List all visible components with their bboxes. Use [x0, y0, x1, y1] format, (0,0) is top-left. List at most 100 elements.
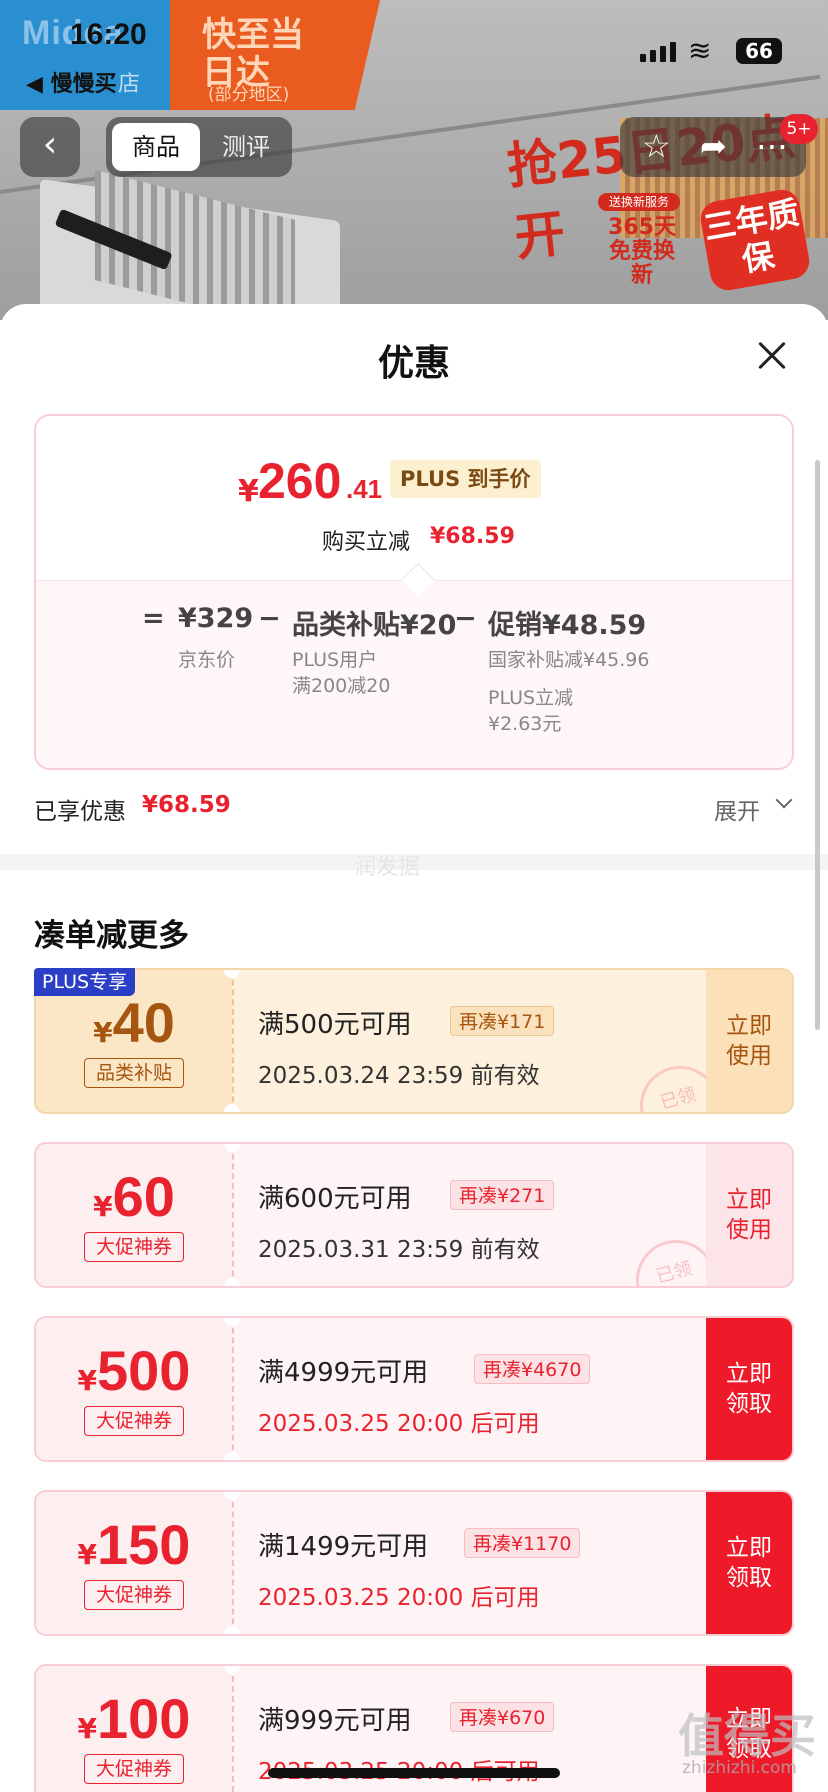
- coupon-currency: ¥: [77, 1712, 98, 1745]
- claim-now-button[interactable]: 立即领取: [706, 1318, 792, 1460]
- coupon-currency: ¥: [93, 1016, 113, 1049]
- coupon-notch: [224, 970, 240, 978]
- price-summary: ¥ 260 .41 PLUS 到手价 购买立减 ¥68.59: [36, 416, 792, 580]
- coupon-gap-tag: 再凑¥171: [450, 1006, 555, 1036]
- coupon-condition: 满500元可用: [258, 1010, 412, 1040]
- nav-actions: ☆ ➦ ⋯: [620, 117, 806, 177]
- enjoyed-discount-label: 已享优惠: [34, 799, 126, 825]
- coupon-notch: [224, 1626, 240, 1634]
- coupon-card[interactable]: ¥60 大促神券 满600元可用 再凑¥271 2025.03.31 23:59…: [34, 1142, 794, 1288]
- base-price-label: 京东价: [178, 649, 236, 671]
- coupon-condition: 满4999元可用: [258, 1358, 429, 1388]
- battery-icon: 66: [736, 38, 782, 64]
- sheet-title: 优惠: [377, 343, 450, 384]
- price-integer: 260: [258, 453, 342, 509]
- coupon-notch: [224, 1318, 240, 1326]
- coupon-currency: ¥: [77, 1538, 98, 1571]
- promo-days-badge: 365天免费换新: [608, 215, 676, 288]
- coupon-condition: 满999元可用: [258, 1706, 412, 1736]
- delivery-subtitle: (部分地区): [208, 85, 290, 105]
- coupon-amount-value: 60: [112, 1165, 175, 1228]
- coupon-type: 大促神券: [84, 1754, 184, 1784]
- coupon-validity: 2025.03.24 23:59 前有效: [258, 1063, 540, 1089]
- promo-line-3: ¥2.63元: [488, 713, 562, 735]
- coupon-condition: 满1499元可用: [258, 1532, 429, 1562]
- share-icon[interactable]: ➦: [700, 127, 727, 165]
- coupon-amount-value: 40: [112, 991, 175, 1054]
- promo-value: 促销¥48.59: [488, 610, 647, 641]
- promo-warranty-badge: 三年质保: [697, 187, 813, 293]
- coupon-gap-tag: 再凑¥4670: [474, 1354, 591, 1384]
- coupon-notch: [224, 1666, 240, 1674]
- coupon-type: 品类补贴: [84, 1058, 184, 1088]
- expand-button[interactable]: 展开: [714, 792, 760, 826]
- coupon-separator: [232, 1666, 234, 1792]
- star-icon[interactable]: ☆: [642, 127, 671, 165]
- coupon-card[interactable]: ¥500 大促神券 满4999元可用 再凑¥4670 2025.03.25 20…: [34, 1316, 794, 1462]
- back-button[interactable]: ‹: [20, 117, 80, 177]
- coupon-notch: [224, 1278, 240, 1286]
- plus-exclusive-tag: PLUS专享: [34, 968, 136, 996]
- coupon-amount-value: 100: [97, 1687, 191, 1750]
- claim-now-button[interactable]: 立即领取: [706, 1492, 792, 1634]
- wifi-icon: ≋: [688, 34, 712, 67]
- coupon-separator: [232, 1492, 234, 1634]
- coupon-card[interactable]: ¥40 品类补贴 满500元可用 再凑¥171 2025.03.24 23:59…: [34, 968, 794, 1114]
- section-title: 凑单减更多: [34, 918, 189, 954]
- coupon-gap-tag: 再凑¥271: [450, 1180, 555, 1210]
- coupon-amount: ¥40: [36, 990, 232, 1055]
- notification-badge: 5+: [780, 114, 818, 144]
- coupon-validity: 2025.03.31 23:59 前有效: [258, 1237, 540, 1263]
- tab-review[interactable]: 测评: [206, 123, 286, 171]
- tab-switcher: 商品 测评: [106, 117, 292, 177]
- formula-minus-1: −: [258, 603, 281, 634]
- cellular-signal-icon: [640, 40, 680, 62]
- formula-equals: =: [142, 603, 165, 634]
- coupon-amount-value: 500: [97, 1339, 191, 1402]
- chevron-left-icon: ‹: [42, 124, 58, 165]
- subsidy-value: 品类补贴¥20: [292, 610, 457, 641]
- coupon-amount: ¥150: [36, 1512, 232, 1577]
- coupon-currency: ¥: [77, 1364, 98, 1397]
- coupon-amount: ¥500: [36, 1338, 232, 1403]
- brand-store-label: 店: [118, 72, 141, 97]
- price-currency: ¥: [238, 474, 259, 509]
- scrollbar[interactable]: [815, 460, 820, 1030]
- coupon-card[interactable]: ¥150 大促神券 满1499元可用 再凑¥1170 2025.03.25 20…: [34, 1490, 794, 1636]
- close-icon[interactable]: [752, 336, 792, 376]
- watermark-text: 润发据: [354, 855, 421, 880]
- coupon-notch: [224, 1144, 240, 1152]
- promo-line-1: 国家补贴减¥45.96: [488, 649, 650, 671]
- base-price-value: ¥329: [178, 603, 254, 634]
- enjoyed-discount-value: ¥68.59: [142, 792, 231, 818]
- status-time: 16:20: [70, 18, 147, 51]
- promo-line-2: PLUS立减: [488, 687, 574, 709]
- price-breakdown-card: ¥ 260 .41 PLUS 到手价 购买立减 ¥68.59 = ¥329 京东…: [34, 414, 794, 770]
- corner-watermark: 值得买: [678, 1709, 816, 1763]
- chevron-down-icon[interactable]: [775, 791, 793, 809]
- use-now-button[interactable]: 立即使用: [706, 970, 792, 1112]
- coupon-validity: 2025.03.25 20:00 后可用: [258, 1411, 540, 1437]
- coupon-separator: [232, 970, 234, 1112]
- coupon-condition: 满600元可用: [258, 1184, 412, 1214]
- instant-discount-value: ¥68.59: [430, 524, 515, 549]
- coupon-type: 大促神券: [84, 1232, 184, 1262]
- promo-service-badge: 送换新服务: [598, 193, 680, 211]
- coupon-separator: [232, 1318, 234, 1460]
- coupon-validity: 2025.03.25 20:00 后可用: [258, 1585, 540, 1611]
- coupon-currency: ¥: [93, 1190, 113, 1223]
- coupon-type: 大促神券: [84, 1406, 184, 1436]
- tab-product[interactable]: 商品: [112, 123, 200, 171]
- back-to-app-link[interactable]: ◀ 慢慢买: [26, 66, 117, 98]
- coupon-notch: [224, 1452, 240, 1460]
- coupon-notch: [224, 1104, 240, 1112]
- subsidy-line-2: 满200减20: [292, 675, 391, 697]
- instant-discount-label: 购买立减: [322, 530, 411, 555]
- home-indicator[interactable]: [268, 1768, 560, 1778]
- subsidy-line-1: PLUS用户: [292, 649, 378, 671]
- coupon-notch: [224, 1492, 240, 1500]
- coupon-gap-tag: 再凑¥670: [450, 1702, 555, 1732]
- coupon-amount: ¥60: [36, 1164, 232, 1229]
- coupon-gap-tag: 再凑¥1170: [464, 1528, 581, 1558]
- use-now-button[interactable]: 立即使用: [706, 1144, 792, 1286]
